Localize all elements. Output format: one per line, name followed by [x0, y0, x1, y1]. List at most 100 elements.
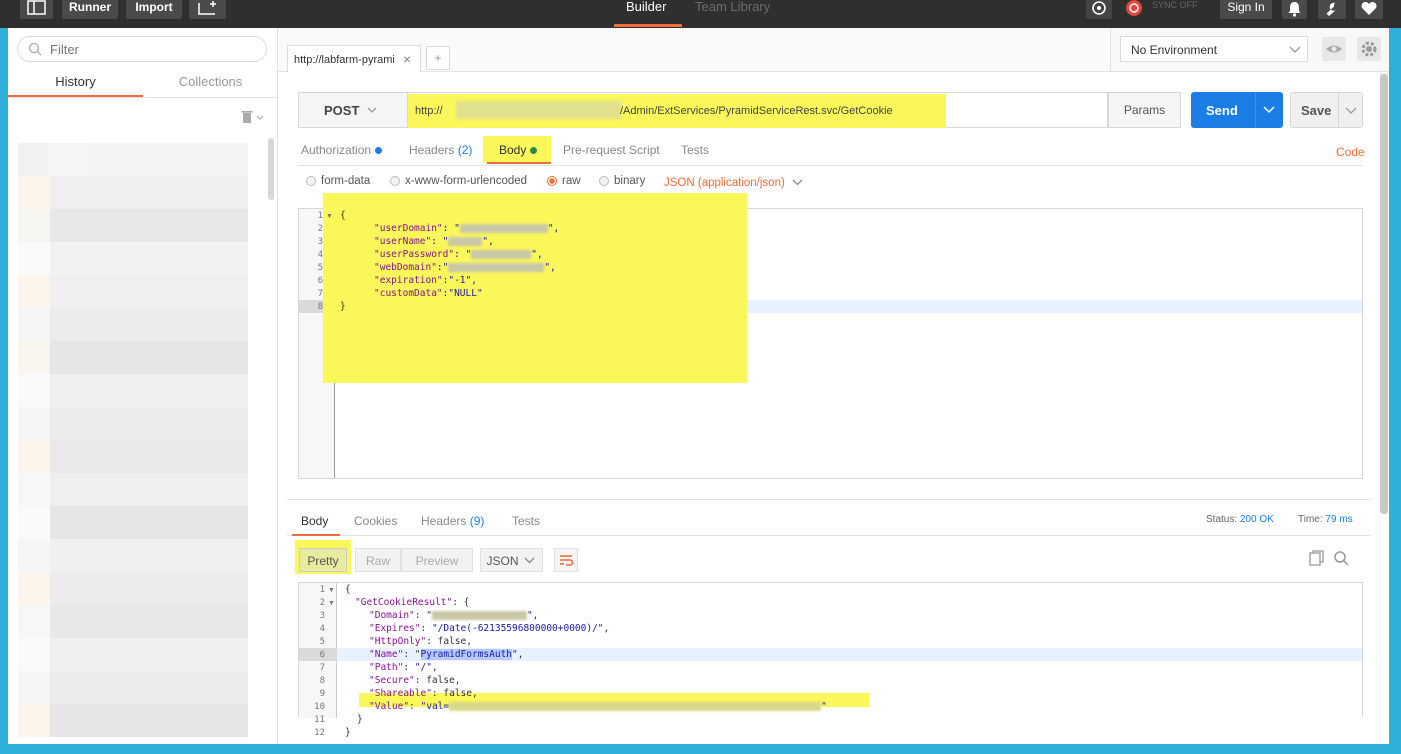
list-item[interactable]: [18, 143, 248, 176]
eye-icon[interactable]: [1322, 37, 1346, 61]
json-key: "Secure": [369, 675, 415, 686]
code-link[interactable]: Code: [1336, 145, 1365, 159]
json-punct: ",: [526, 610, 539, 621]
send-separator: [1255, 92, 1256, 128]
tab-response-cookies[interactable]: Cookies: [354, 514, 397, 528]
tab-headers-label: Headers: [409, 143, 455, 157]
json-value: : ": [454, 249, 472, 260]
runner-button[interactable]: Runner: [62, 0, 118, 19]
tab-team-library[interactable]: Team Library: [695, 0, 770, 13]
params-button[interactable]: Params: [1108, 92, 1181, 128]
list-item[interactable]: [18, 407, 248, 440]
line-number: 12: [314, 728, 325, 738]
status-info: Status: 200 OK: [1206, 514, 1274, 525]
json-punct: : false,: [414, 675, 461, 686]
interceptor-icon[interactable]: [1086, 0, 1112, 19]
import-button[interactable]: Import: [126, 0, 182, 19]
filter-box[interactable]: [17, 36, 267, 62]
request-tab[interactable]: http://labfarm-pyrami ×: [287, 45, 421, 72]
tab-response-tests[interactable]: Tests: [512, 514, 540, 528]
tab-response-headers[interactable]: Headers (9): [421, 514, 484, 528]
url-input[interactable]: http:// /Admin/ExtServices/PyramidServic…: [408, 92, 1108, 128]
builder-tab-underline: [614, 24, 682, 27]
code-text: {: [340, 210, 346, 221]
tab-body[interactable]: Body: [499, 143, 538, 157]
send-button[interactable]: Send: [1191, 92, 1283, 128]
radio-form-data[interactable]: [306, 176, 316, 186]
tab-tests[interactable]: Tests: [681, 143, 709, 157]
search-icon[interactable]: [1333, 550, 1349, 571]
content-type-select[interactable]: JSON (application/json): [664, 177, 785, 189]
list-item[interactable]: [18, 473, 248, 506]
time-value: 79 ms: [1325, 514, 1353, 525]
list-item[interactable]: [18, 176, 248, 209]
raw-button[interactable]: Raw: [355, 548, 401, 572]
list-item[interactable]: [18, 242, 248, 275]
line-number: 11: [314, 715, 325, 725]
new-tab-button[interactable]: +: [426, 46, 450, 70]
radio-binary[interactable]: [599, 176, 609, 186]
main-scrollbar[interactable]: [1380, 74, 1388, 514]
save-button[interactable]: Save: [1290, 92, 1363, 128]
list-item[interactable]: [18, 275, 248, 308]
tab-authorization[interactable]: Authorization: [301, 143, 383, 157]
list-item[interactable]: [18, 572, 248, 605]
filter-input[interactable]: [50, 42, 250, 57]
list-item[interactable]: [18, 374, 248, 407]
close-icon[interactable]: ×: [403, 51, 411, 67]
wrench-icon[interactable]: [1318, 0, 1346, 19]
tab-response-body[interactable]: Body: [301, 514, 328, 528]
radio-raw[interactable]: [547, 176, 557, 186]
json-punct: ,: [431, 662, 438, 673]
list-item[interactable]: [18, 704, 248, 737]
preview-button[interactable]: Preview: [401, 548, 473, 572]
tab-history[interactable]: History: [8, 74, 143, 89]
list-item[interactable]: [18, 638, 248, 671]
copy-icon[interactable]: [1309, 550, 1325, 571]
list-item[interactable]: [18, 671, 248, 704]
tab-prerequest-script[interactable]: Pre-request Script: [563, 143, 660, 157]
fold-icon: ▼: [328, 587, 335, 594]
radio-urlencoded[interactable]: [390, 176, 400, 186]
sidebar-toggle-icon[interactable]: [20, 0, 53, 19]
list-item[interactable]: [18, 539, 248, 572]
chevron-down-icon[interactable]: [1345, 107, 1357, 115]
list-item[interactable]: [18, 308, 248, 341]
heart-icon[interactable]: [1355, 0, 1383, 19]
line-number: 6: [319, 650, 325, 660]
list-item[interactable]: [18, 209, 248, 242]
method-select[interactable]: POST: [298, 92, 408, 128]
json-key: "Domain": [369, 610, 415, 621]
trash-icon[interactable]: [240, 109, 266, 125]
new-window-icon[interactable]: [189, 0, 226, 19]
json-key: "Path": [369, 662, 404, 673]
pretty-button[interactable]: Pretty: [299, 548, 347, 572]
sync-status: SYNC OFF: [1152, 0, 1198, 10]
request-tabs: Authorization Headers (2) Body Pre-reque…: [298, 136, 1365, 166]
line-number: 7: [317, 289, 323, 299]
sidebar-scrollbar[interactable]: [268, 138, 274, 200]
tab-builder[interactable]: Builder: [626, 0, 666, 13]
json-key: "customData": [374, 288, 443, 299]
wrap-lines-icon[interactable]: [554, 548, 578, 572]
code-text: }: [345, 727, 351, 738]
tab-headers[interactable]: Headers (2): [409, 143, 472, 157]
list-item[interactable]: [18, 605, 248, 638]
list-item[interactable]: [18, 341, 248, 374]
gear-icon[interactable]: [1357, 37, 1381, 61]
bell-icon[interactable]: [1282, 0, 1307, 19]
chevron-down-icon[interactable]: [792, 179, 803, 186]
sidebar: History Collections: [8, 28, 278, 744]
tab-collections[interactable]: Collections: [143, 74, 278, 89]
environment-select[interactable]: No Environment: [1120, 36, 1308, 62]
request-body-editor[interactable]: 1 ▼{2 "userDomain": " ", 3 "userName": " ", 4 "u…: [298, 193, 1363, 479]
format-select[interactable]: JSON: [480, 548, 543, 572]
json-value: : ": [431, 236, 449, 247]
response-body-viewer[interactable]: 1 ▼{2 ▼ "GetCookieResult": {3 "Domain": " ", 4…: [298, 582, 1363, 738]
chevron-down-icon[interactable]: [1263, 106, 1275, 114]
sign-in-button[interactable]: Sign In: [1220, 0, 1272, 19]
list-item[interactable]: [18, 506, 248, 539]
urlencoded-label: x-www-form-urlencoded: [405, 175, 528, 187]
list-item[interactable]: [18, 440, 248, 473]
sync-icon[interactable]: [1120, 0, 1148, 19]
